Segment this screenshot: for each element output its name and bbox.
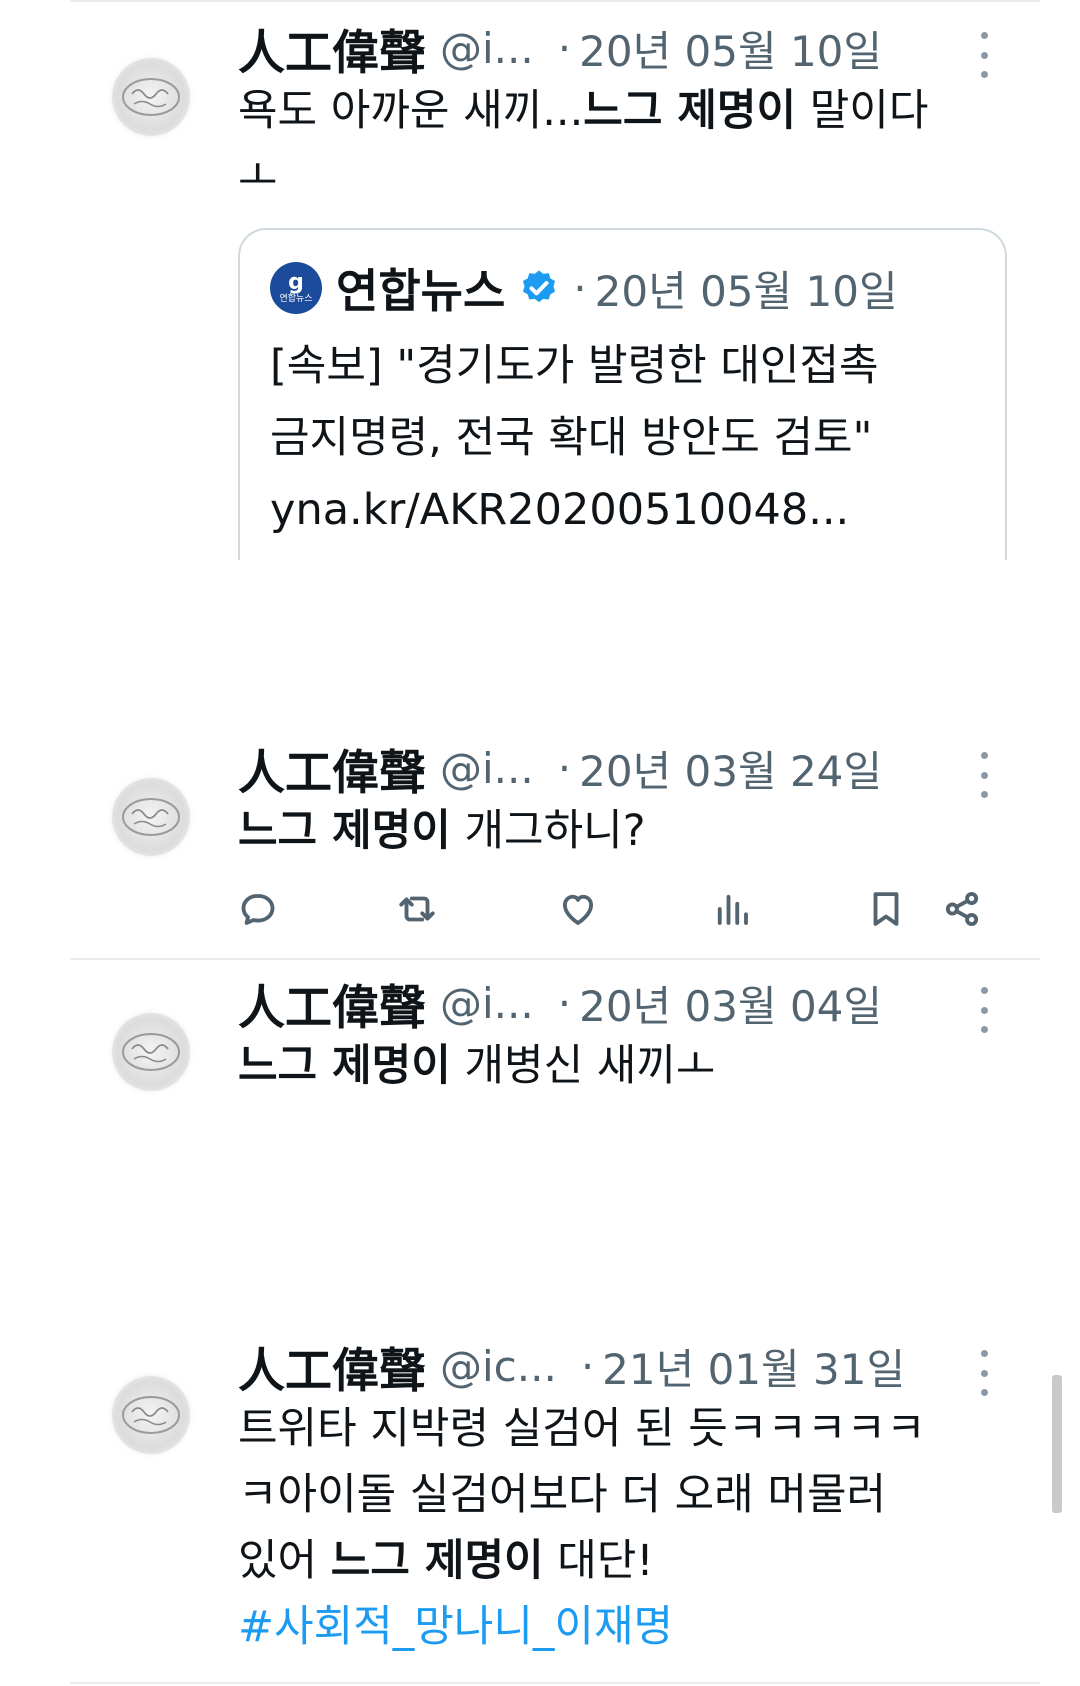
- quoted-avatar[interactable]: g 연합뉴스: [270, 262, 322, 314]
- quoted-display-name[interactable]: 연합뉴스: [336, 255, 505, 321]
- display-name[interactable]: 人工偉聲: [238, 734, 426, 803]
- verified-badge-icon: [523, 270, 556, 303]
- reply-button[interactable]: [234, 885, 282, 933]
- share-icon: [945, 892, 979, 926]
- display-name[interactable]: 人工偉聲: [238, 969, 426, 1038]
- tweet-text-part: ㅗ: [238, 152, 278, 202]
- avatar[interactable]: [112, 58, 190, 136]
- tweet-text: 느그 제명이 개그하니?: [238, 798, 998, 864]
- tweet-3[interactable]: 人工偉聲 @i... · 20년 03월 04일 느그 제명이 개병신 새끼ㅗ: [0, 955, 1080, 1175]
- quoted-link[interactable]: yna.kr/AKR20200510048...: [270, 485, 849, 535]
- more-icon[interactable]: [978, 987, 990, 1033]
- tweet-text: 트위타 지박령 실검어 된 듯ㅋㅋㅋㅋㅋ ㅋ아이돌 실검어보다 더 오래 머물러…: [238, 1396, 998, 1660]
- user-handle[interactable]: @ic...: [440, 1342, 557, 1391]
- share-button[interactable]: [938, 885, 986, 933]
- display-name[interactable]: 人工偉聲: [238, 14, 426, 83]
- display-name[interactable]: 人工偉聲: [238, 1332, 426, 1401]
- tweet-text-line: ㅋ아이돌 실검어보다 더 오래 머물러: [238, 1470, 887, 1520]
- more-icon[interactable]: [978, 752, 990, 798]
- tweet-header: 人工偉聲 @i... · 20년 03월 04일: [238, 973, 958, 1036]
- retweet-icon: [399, 896, 435, 922]
- quoted-tweet[interactable]: g 연합뉴스 연합뉴스 · 20년 05월 10일 [속보] "경기도가 발령한 …: [238, 228, 1007, 560]
- tweet-date[interactable]: 20년 03월 04일: [579, 973, 882, 1034]
- tweet-text-bold: 느그 제명이: [330, 1536, 544, 1586]
- user-handle[interactable]: @i...: [440, 979, 534, 1028]
- avatar-image: [122, 1396, 180, 1434]
- retweet-button[interactable]: [393, 885, 441, 933]
- tweet-text-part: 개병신 새끼ㅗ: [450, 1041, 716, 1091]
- tweet-text: 욕도 아까운 새끼...느그 제명이 말이다 ㅗ: [238, 78, 998, 210]
- tweet-text-bold: 느그 제명이: [238, 806, 451, 856]
- tweet-text-line: 트위타 지박령 실검어 된 듯ㅋㅋㅋㅋㅋ: [238, 1404, 926, 1454]
- tweet-text-part: 욕도 아까운 새끼...: [238, 86, 584, 136]
- user-handle[interactable]: @i...: [440, 744, 534, 793]
- separator-dot: ·: [580, 1341, 595, 1391]
- avatar[interactable]: [112, 1013, 190, 1091]
- quoted-avatar-label: 연합뉴스: [279, 293, 313, 304]
- bookmark-button[interactable]: [862, 885, 910, 933]
- tweet-header: 人工偉聲 @ic... · 21년 01월 31일: [238, 1336, 958, 1399]
- quoted-tweet-header: g 연합뉴스 연합뉴스 · 20년 05월 10일: [270, 258, 898, 318]
- scrollbar-thumb[interactable]: [1052, 1375, 1062, 1513]
- avatar-image: [122, 78, 180, 116]
- tweet-actions: [0, 885, 1080, 945]
- hashtag-link[interactable]: #사회적_망나니_이재명: [238, 1602, 673, 1652]
- views-button[interactable]: [708, 885, 756, 933]
- quoted-text-line: [속보] "경기도가 발령한 대인접촉: [270, 341, 879, 391]
- more-icon[interactable]: [978, 32, 990, 78]
- tweet-text: 느그 제명이 개병신 새끼ㅗ: [238, 1033, 998, 1099]
- tweet-text-part: 대단!: [543, 1536, 654, 1586]
- like-button[interactable]: [554, 885, 602, 933]
- tweet-4[interactable]: 人工偉聲 @ic... · 21년 01월 31일 트위타 지박령 실검어 된 …: [0, 1318, 1080, 1686]
- like-icon: [562, 894, 594, 925]
- tweet-date[interactable]: 21년 01월 31일: [602, 1336, 905, 1397]
- quoted-tweet-date[interactable]: 20년 05월 10일: [595, 258, 898, 319]
- tweet-text-part: 있어: [238, 1536, 331, 1586]
- avatar[interactable]: [112, 778, 190, 856]
- tweet-1[interactable]: 人工偉聲 @i... · 20년 05월 10일 욕도 아까운 새끼...느그 …: [0, 0, 1080, 560]
- more-icon[interactable]: [978, 1350, 990, 1396]
- separator-dot: ·: [557, 743, 572, 793]
- user-handle[interactable]: @i...: [440, 24, 534, 73]
- separator-dot: ·: [557, 23, 572, 73]
- tweet-text-part: 말이다: [796, 86, 929, 136]
- quoted-text-line: 금지명령, 전국 확대 방안도 검토": [270, 413, 873, 463]
- tweet-date[interactable]: 20년 05월 10일: [579, 18, 882, 79]
- tweet-header: 人工偉聲 @i... · 20년 05월 10일: [238, 18, 958, 81]
- separator-dot: ·: [573, 263, 587, 313]
- avatar[interactable]: [112, 1376, 190, 1454]
- bottom-divider: [70, 1682, 1040, 1684]
- tweet-text-bold: 느그 제명이: [238, 1041, 451, 1091]
- separator-dot: ·: [557, 978, 572, 1028]
- tweet-text-part: 개그하니?: [450, 806, 646, 856]
- quoted-tweet-text: [속보] "경기도가 발령한 대인접촉 금지명령, 전국 확대 방안도 검토" …: [270, 330, 990, 546]
- bookmark-icon: [873, 892, 899, 926]
- avatar-image: [122, 798, 180, 836]
- avatar-image: [122, 1033, 180, 1071]
- tweet-date[interactable]: 20년 03월 24일: [579, 738, 882, 799]
- tweet-header: 人工偉聲 @i... · 20년 03월 24일: [238, 738, 958, 801]
- reply-icon: [241, 893, 275, 925]
- views-icon: [717, 894, 748, 925]
- tweet-text-bold: 느그 제명이: [583, 86, 797, 136]
